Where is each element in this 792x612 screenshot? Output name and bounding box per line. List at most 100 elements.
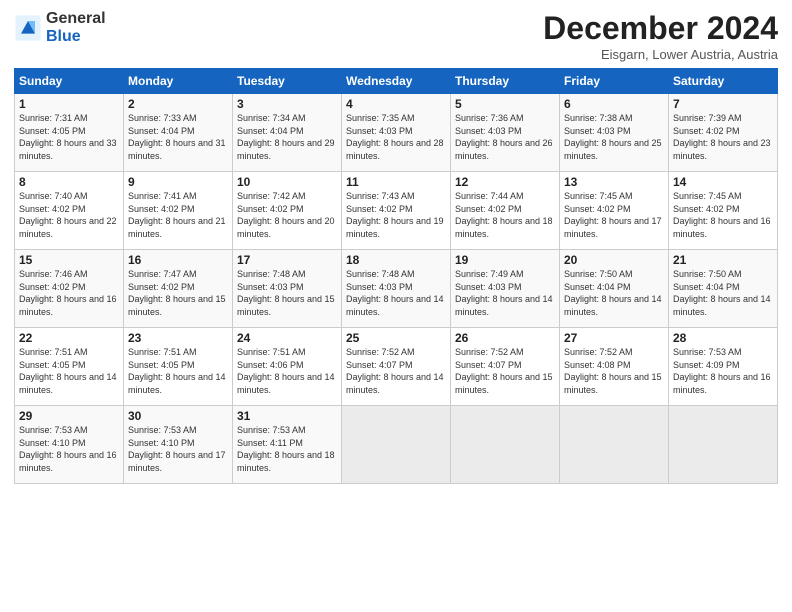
calendar-cell: 27Sunrise: 7:52 AMSunset: 4:08 PMDayligh…	[560, 328, 669, 406]
day-info: Sunrise: 7:38 AMSunset: 4:03 PMDaylight:…	[564, 113, 662, 161]
day-number: 30	[128, 409, 228, 423]
day-number: 11	[346, 175, 446, 189]
logo-icon	[14, 14, 42, 42]
day-number: 27	[564, 331, 664, 345]
day-info: Sunrise: 7:53 AMSunset: 4:09 PMDaylight:…	[673, 347, 771, 395]
day-info: Sunrise: 7:36 AMSunset: 4:03 PMDaylight:…	[455, 113, 553, 161]
calendar-cell	[669, 406, 778, 484]
day-info: Sunrise: 7:53 AMSunset: 4:11 PMDaylight:…	[237, 425, 335, 473]
day-info: Sunrise: 7:52 AMSunset: 4:07 PMDaylight:…	[346, 347, 444, 395]
calendar-cell: 11 Sunrise: 7:43 AMSunset: 4:02 PMDayligh…	[342, 172, 451, 250]
logo-blue: Blue	[46, 28, 106, 46]
calendar-week-row: 1Sunrise: 7:31 AMSunset: 4:05 PMDaylight…	[15, 94, 778, 172]
calendar-container: General Blue December 2024 Eisgarn, Lowe…	[0, 0, 792, 612]
day-number: 15	[19, 253, 119, 267]
day-number: 10	[237, 175, 337, 189]
day-number: 31	[237, 409, 337, 423]
calendar-cell: 4 Sunrise: 7:35 AMSunset: 4:03 PMDaylight…	[342, 94, 451, 172]
calendar-week-row: 29Sunrise: 7:53 AMSunset: 4:10 PMDayligh…	[15, 406, 778, 484]
calendar-week-row: 15 Sunrise: 7:46 AMSunset: 4:02 PMDayligh…	[15, 250, 778, 328]
calendar-cell: 16 Sunrise: 7:47 AMSunset: 4:02 PMDayligh…	[124, 250, 233, 328]
calendar-cell: 1Sunrise: 7:31 AMSunset: 4:05 PMDaylight…	[15, 94, 124, 172]
day-number: 17	[237, 253, 337, 267]
calendar-day-header: Monday	[124, 69, 233, 94]
calendar-cell: 29Sunrise: 7:53 AMSunset: 4:10 PMDayligh…	[15, 406, 124, 484]
calendar-cell: 24Sunrise: 7:51 AMSunset: 4:06 PMDayligh…	[233, 328, 342, 406]
day-number: 14	[673, 175, 773, 189]
calendar-day-header: Sunday	[15, 69, 124, 94]
calendar-day-header: Thursday	[451, 69, 560, 94]
day-info: Sunrise: 7:53 AMSunset: 4:10 PMDaylight:…	[19, 425, 117, 473]
day-info: Sunrise: 7:52 AMSunset: 4:07 PMDaylight:…	[455, 347, 553, 395]
calendar-cell: 12Sunrise: 7:44 AMSunset: 4:02 PMDayligh…	[451, 172, 560, 250]
calendar-cell: 15 Sunrise: 7:46 AMSunset: 4:02 PMDayligh…	[15, 250, 124, 328]
day-number: 19	[455, 253, 555, 267]
calendar-cell: 2 Sunrise: 7:33 AMSunset: 4:04 PMDaylight…	[124, 94, 233, 172]
calendar-cell: 28 Sunrise: 7:53 AMSunset: 4:09 PMDayligh…	[669, 328, 778, 406]
day-info: Sunrise: 7:43 AMSunset: 4:02 PMDaylight:…	[346, 191, 444, 239]
day-info: Sunrise: 7:51 AMSunset: 4:06 PMDaylight:…	[237, 347, 335, 395]
day-info: Sunrise: 7:48 AMSunset: 4:03 PMDaylight:…	[237, 269, 335, 317]
day-info: Sunrise: 7:47 AMSunset: 4:02 PMDaylight:…	[128, 269, 226, 317]
day-info: Sunrise: 7:41 AMSunset: 4:02 PMDaylight:…	[128, 191, 226, 239]
calendar-table: SundayMondayTuesdayWednesdayThursdayFrid…	[14, 68, 778, 484]
day-info: Sunrise: 7:33 AMSunset: 4:04 PMDaylight:…	[128, 113, 226, 161]
day-number: 1	[19, 97, 119, 111]
header: General Blue December 2024 Eisgarn, Lowe…	[14, 10, 778, 62]
day-number: 20	[564, 253, 664, 267]
logo-text: General Blue	[46, 10, 106, 45]
day-number: 5	[455, 97, 555, 111]
day-info: Sunrise: 7:35 AMSunset: 4:03 PMDaylight:…	[346, 113, 444, 161]
day-info: Sunrise: 7:46 AMSunset: 4:02 PMDaylight:…	[19, 269, 117, 317]
calendar-cell: 21 Sunrise: 7:50 AMSunset: 4:04 PMDayligh…	[669, 250, 778, 328]
day-info: Sunrise: 7:44 AMSunset: 4:02 PMDaylight:…	[455, 191, 553, 239]
calendar-cell: 22Sunrise: 7:51 AMSunset: 4:05 PMDayligh…	[15, 328, 124, 406]
day-info: Sunrise: 7:34 AMSunset: 4:04 PMDaylight:…	[237, 113, 335, 161]
logo-general: General	[46, 10, 106, 28]
location: Eisgarn, Lower Austria, Austria	[543, 47, 778, 62]
day-info: Sunrise: 7:45 AMSunset: 4:02 PMDaylight:…	[564, 191, 662, 239]
calendar-cell	[560, 406, 669, 484]
calendar-cell: 30Sunrise: 7:53 AMSunset: 4:10 PMDayligh…	[124, 406, 233, 484]
day-info: Sunrise: 7:48 AMSunset: 4:03 PMDaylight:…	[346, 269, 444, 317]
day-info: Sunrise: 7:50 AMSunset: 4:04 PMDaylight:…	[673, 269, 771, 317]
calendar-cell: 31 Sunrise: 7:53 AMSunset: 4:11 PMDayligh…	[233, 406, 342, 484]
calendar-cell: 25 Sunrise: 7:52 AMSunset: 4:07 PMDayligh…	[342, 328, 451, 406]
day-number: 2	[128, 97, 228, 111]
calendar-cell: 26 Sunrise: 7:52 AMSunset: 4:07 PMDayligh…	[451, 328, 560, 406]
day-number: 26	[455, 331, 555, 345]
day-info: Sunrise: 7:50 AMSunset: 4:04 PMDaylight:…	[564, 269, 662, 317]
calendar-cell: 8Sunrise: 7:40 AMSunset: 4:02 PMDaylight…	[15, 172, 124, 250]
day-number: 13	[564, 175, 664, 189]
day-info: Sunrise: 7:51 AMSunset: 4:05 PMDaylight:…	[19, 347, 117, 395]
calendar-header-row: SundayMondayTuesdayWednesdayThursdayFrid…	[15, 69, 778, 94]
calendar-cell: 13 Sunrise: 7:45 AMSunset: 4:02 PMDayligh…	[560, 172, 669, 250]
calendar-day-header: Saturday	[669, 69, 778, 94]
calendar-cell: 3 Sunrise: 7:34 AMSunset: 4:04 PMDaylight…	[233, 94, 342, 172]
day-number: 8	[19, 175, 119, 189]
day-number: 18	[346, 253, 446, 267]
day-info: Sunrise: 7:39 AMSunset: 4:02 PMDaylight:…	[673, 113, 771, 161]
calendar-day-header: Tuesday	[233, 69, 342, 94]
calendar-cell: 19 Sunrise: 7:49 AMSunset: 4:03 PMDayligh…	[451, 250, 560, 328]
logo: General Blue	[14, 10, 106, 45]
calendar-body: 1Sunrise: 7:31 AMSunset: 4:05 PMDaylight…	[15, 94, 778, 484]
calendar-cell: 17 Sunrise: 7:48 AMSunset: 4:03 PMDayligh…	[233, 250, 342, 328]
day-number: 21	[673, 253, 773, 267]
day-number: 16	[128, 253, 228, 267]
calendar-cell: 10Sunrise: 7:42 AMSunset: 4:02 PMDayligh…	[233, 172, 342, 250]
calendar-cell	[451, 406, 560, 484]
day-number: 3	[237, 97, 337, 111]
title-section: December 2024 Eisgarn, Lower Austria, Au…	[543, 10, 778, 62]
calendar-cell: 6Sunrise: 7:38 AMSunset: 4:03 PMDaylight…	[560, 94, 669, 172]
day-number: 28	[673, 331, 773, 345]
day-info: Sunrise: 7:51 AMSunset: 4:05 PMDaylight:…	[128, 347, 226, 395]
day-number: 25	[346, 331, 446, 345]
calendar-week-row: 8Sunrise: 7:40 AMSunset: 4:02 PMDaylight…	[15, 172, 778, 250]
calendar-day-header: Wednesday	[342, 69, 451, 94]
day-info: Sunrise: 7:49 AMSunset: 4:03 PMDaylight:…	[455, 269, 553, 317]
calendar-week-row: 22Sunrise: 7:51 AMSunset: 4:05 PMDayligh…	[15, 328, 778, 406]
day-number: 7	[673, 97, 773, 111]
day-number: 23	[128, 331, 228, 345]
day-number: 4	[346, 97, 446, 111]
